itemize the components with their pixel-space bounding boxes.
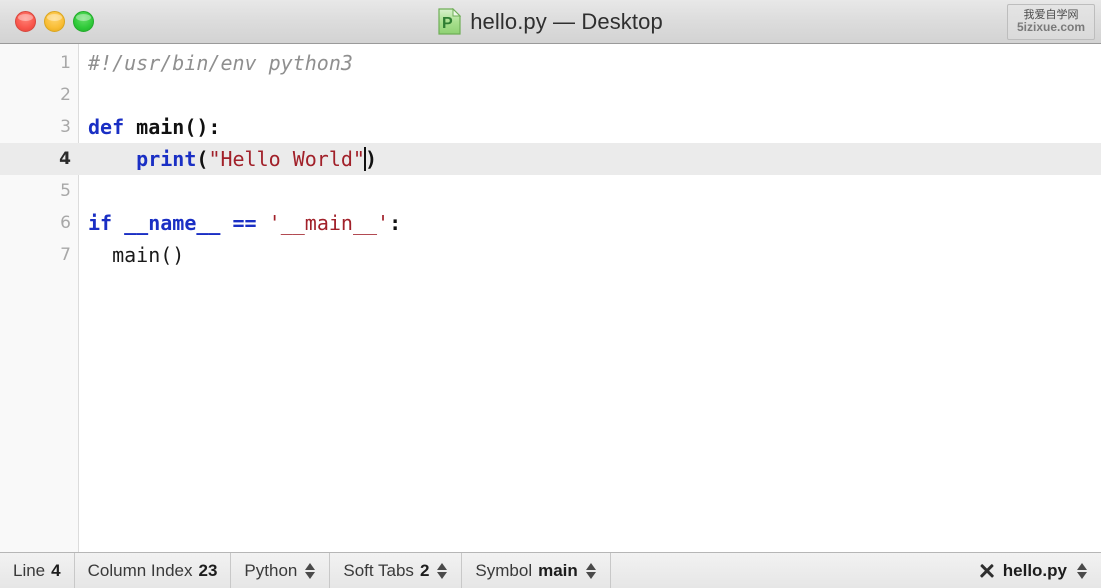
status-bar-items: Line 4 Column Index 23 Python Soft Tabs 2 Symbo… [0,553,611,588]
code-line-text[interactable]: if __name__ == '__main__': [79,207,1101,239]
open-file-indicator[interactable]: hello.py [969,553,1101,588]
code-token: def [88,115,125,139]
code-editor[interactable]: 1 #!/usr/bin/env python3 2 3 def main(): 4 pr… [0,44,1101,552]
title-bar: P hello.py — Desktop 我爱自学网 5izixue.com [0,0,1101,44]
status-item-label: Column Index [87,560,193,580]
code-token: "Hello World" [208,147,365,171]
line-number: 1 [60,53,71,73]
line-number: 7 [60,245,71,265]
code-token: main [136,115,185,139]
language-selector[interactable]: Python [231,553,331,588]
code-token: if [88,211,113,235]
status-item-label: Python [244,560,298,580]
line-number: 4 [59,149,71,169]
status-item-value: 4 [51,560,61,580]
window-controls [15,0,94,43]
chevron-updown-icon[interactable] [1077,562,1088,580]
editor-window: P hello.py — Desktop 我爱自学网 5izixue.com 1… [0,0,1101,588]
column-index-indicator[interactable]: Column Index 23 [75,553,232,588]
code-token: : [389,211,402,235]
window-title-group: P hello.py — Desktop [438,7,663,35]
code-line[interactable]: 4 print("Hello World") [0,143,1101,175]
line-number: 3 [60,117,71,137]
status-item-label: Soft Tabs [343,560,414,580]
python-document-icon: P [438,7,462,35]
status-bar-spacer [611,553,969,588]
window-title: hello.py — Desktop [470,8,663,34]
code-line-text[interactable]: #!/usr/bin/env python3 [79,47,1101,79]
svg-text:P: P [442,15,453,32]
close-icon[interactable] [979,563,995,579]
line-number: 5 [60,181,71,201]
minimize-button[interactable] [44,11,65,32]
code-line[interactable]: 5 [0,175,1101,207]
code-token: print [136,147,197,171]
open-file-name: hello.py [1002,560,1067,580]
code-token: == [232,211,257,235]
code-line[interactable]: 7 main() [0,239,1101,271]
code-line[interactable]: 6 if __name__ == '__main__': [0,207,1101,239]
status-item-value: main [538,560,578,580]
chevron-updown-icon[interactable] [305,562,316,580]
line-indicator[interactable]: Line 4 [0,553,75,588]
code-line-text[interactable]: main() [79,239,1101,271]
watermark: 我爱自学网 5izixue.com [1007,4,1095,40]
code-line[interactable]: 2 [0,79,1101,111]
code-lines: 1 #!/usr/bin/env python3 2 3 def main(): 4 pr… [0,47,1101,271]
line-number: 2 [60,85,71,105]
code-token: __name__ [124,211,221,235]
status-bar: Line 4 Column Index 23 Python Soft Tabs 2 Symbo… [0,552,1101,588]
code-line-text[interactable]: print("Hello World") [79,143,1101,175]
code-token: ( [196,147,209,171]
code-token: ) [364,147,378,171]
code-token: '__main__' [268,211,390,235]
chevron-updown-icon[interactable] [585,562,597,580]
maximize-button[interactable] [73,11,94,32]
status-item-label: Symbol [475,560,533,580]
chevron-updown-icon[interactable] [437,562,448,580]
code-line-text[interactable]: def main(): [79,111,1101,143]
close-button[interactable] [15,11,36,32]
status-item-value: 2 [419,560,430,580]
code-line[interactable]: 3 def main(): [0,111,1101,143]
code-token: (): [184,115,221,139]
code-token: main() [88,243,185,267]
line-number: 6 [60,213,71,233]
status-item-label: Line [13,560,46,580]
watermark-line-2: 5izixue.com [1016,20,1086,35]
status-item-value: 23 [198,560,218,580]
symbol-selector[interactable]: Symbol main [462,553,611,588]
code-token: #!/usr/bin/env python3 [88,51,353,75]
code-line[interactable]: 1 #!/usr/bin/env python3 [0,47,1101,79]
soft-tabs-selector[interactable]: Soft Tabs 2 [330,553,463,588]
